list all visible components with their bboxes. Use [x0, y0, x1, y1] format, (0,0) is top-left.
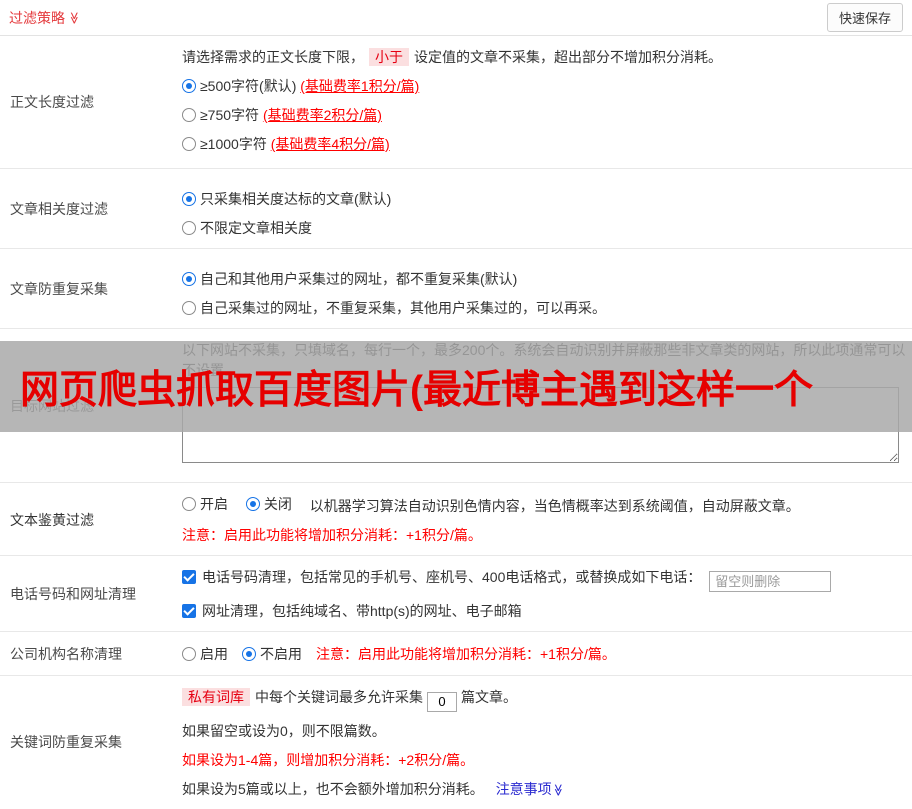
chevron-down-icon: ≫	[67, 11, 82, 24]
row-label-phone: 电话号码和网址清理	[10, 585, 136, 602]
radio-label: 自己和其他用户采集过的网址，都不重复采集(默认)	[200, 271, 518, 287]
radio-label: ≥750字符	[200, 107, 263, 123]
radio-label: 自己采集过的网址，不重复采集，其他用户采集过的，可以再采。	[200, 300, 606, 316]
radio-label: 不启用	[260, 645, 302, 662]
url-checkbox-line: 网址清理，包括纯域名、带http(s)的网址、电子邮箱	[182, 601, 906, 621]
phone-checkbox-line: 电话号码清理，包括常见的手机号、座机号、400电话格式，或替换成如下电话：	[182, 567, 906, 592]
less-than-tag: 小于	[369, 48, 409, 66]
private-lexicon-tag: 私有词库	[182, 688, 250, 706]
radio-checked-icon	[182, 192, 196, 206]
dedup-content: 自己和其他用户采集过的网址，都不重复采集(默认) 自己采集过的网址，不重复采集，…	[178, 249, 912, 328]
notice-link[interactable]: 注意事项≫	[496, 781, 565, 797]
radio-unchecked-icon	[182, 301, 196, 315]
length-intro-post: 设定值的文章不采集，超出部分不增加积分消耗。	[414, 49, 722, 65]
row-label-keyword: 关键词防重复采集	[10, 734, 122, 751]
replacement-phone-input[interactable]	[709, 571, 832, 592]
radio-label: 关闭	[263, 496, 292, 512]
row-dedup-filter: 文章防重复采集 自己和其他用户采集过的网址，都不重复采集(默认) 自己采集过的网…	[0, 249, 912, 329]
radio-option-porn-on[interactable]: 开启	[182, 494, 228, 514]
keyword-limit-line: 私有词库中每个关键词最多允许采集 篇文章。	[182, 687, 906, 712]
relevance-content: 只采集相关度达标的文章(默认) 不限定文章相关度	[178, 169, 912, 248]
row-label-length: 正文长度过滤	[10, 94, 94, 110]
radio-option-relevance-strict[interactable]: 只采集相关度达标的文章(默认)	[182, 189, 906, 209]
radio-label: 只采集相关度达标的文章(默认)	[200, 191, 392, 207]
radio-unchecked-icon	[182, 137, 196, 151]
page-title-text: 过滤策略	[9, 9, 65, 26]
porn-filter-content: 开启 关闭 以机器学习算法自动识别色情内容，当色情概率达到系统阈值，自动屏蔽文章…	[178, 483, 912, 555]
radio-unchecked-icon	[182, 646, 196, 661]
checkbox-phone-clean[interactable]: 电话号码清理，包括常见的手机号、座机号、400电话格式，或替换成如下电话：	[182, 569, 705, 585]
radio-option-500[interactable]: ≥500字符(默认) (基础费率1积分/篇)	[182, 76, 906, 96]
quick-save-button[interactable]: 快速保存	[826, 3, 903, 32]
chevron-down-icon: ≫	[550, 783, 565, 796]
row-label-relevance: 文章相关度过滤	[10, 200, 108, 217]
radio-option-porn-off[interactable]: 关闭	[245, 494, 292, 514]
checkbox-url-clean[interactable]: 网址清理，包括纯域名、带http(s)的网址、电子邮箱	[182, 603, 522, 619]
page-title[interactable]: 过滤策略 ≫	[9, 8, 81, 28]
radio-option-dedup-all[interactable]: 自己和其他用户采集过的网址，都不重复采集(默认)	[182, 269, 906, 289]
company-warning: 注意：启用此功能将增加积分消耗：+1积分/篇。	[316, 645, 616, 662]
checkbox-label: 网址清理，包括纯域名、带http(s)的网址、电子邮箱	[202, 603, 522, 619]
checkbox-checked-icon	[182, 570, 196, 584]
row-keyword-dedup: 关键词防重复采集 私有词库中每个关键词最多允许采集 篇文章。 如果留空或设为0，则…	[0, 676, 912, 809]
keyword-note-unlimited: 如果留空或设为0，则不限篇数。	[182, 722, 386, 739]
keyword-count-input[interactable]	[427, 691, 457, 712]
radio-unchecked-icon	[182, 221, 196, 235]
row-company-clean: 公司机构名称清理 启用 不启用 注意：启用此功能将增加积分消耗：+1积分/篇。	[0, 632, 912, 676]
porn-options-line: 开启 关闭 以机器学习算法自动识别色情内容，当色情概率达到系统阈值，自动屏蔽文章…	[182, 494, 906, 516]
length-intro-pre: 请选择需求的正文长度下限，	[182, 49, 364, 65]
keyword-note-five-text: 如果设为5篇或以上，也不会额外增加积分消耗。	[182, 780, 484, 797]
radio-checked-icon	[182, 272, 196, 286]
porn-warning: 注意：启用此功能将增加积分消耗：+1积分/篇。	[182, 527, 482, 543]
topbar: 过滤策略 ≫ 快速保存	[0, 0, 912, 36]
radio-option-750[interactable]: ≥750字符 (基础费率2积分/篇)	[182, 105, 906, 125]
phone-clean-content: 电话号码清理，包括常见的手机号、座机号、400电话格式，或替换成如下电话： 网址…	[178, 556, 912, 631]
length-intro: 请选择需求的正文长度下限， 小于 设定值的文章不采集，超出部分不增加积分消耗。	[182, 47, 906, 67]
row-porn-filter: 文本鉴黄过滤 开启 关闭 以机器学习算法自动识别色情内容，当色情概率达到系统阈值…	[0, 483, 912, 556]
row-length-filter: 正文长度过滤 请选择需求的正文长度下限， 小于 设定值的文章不采集，超出部分不增加积…	[0, 36, 912, 169]
rate-note: (基础费率4积分/篇)	[270, 136, 390, 152]
porn-desc: 以机器学习算法自动识别色情内容，当色情概率达到系统阈值，自动屏蔽文章。	[309, 498, 800, 514]
radio-option-company-on[interactable]: 启用	[182, 644, 228, 664]
radio-unchecked-icon	[182, 108, 196, 122]
radio-label: 开启	[200, 496, 228, 512]
keyword-limit-end: 篇文章。	[461, 689, 517, 705]
radio-checked-icon	[242, 646, 256, 661]
rate-note: (基础费率1积分/篇)	[300, 78, 420, 94]
radio-option-relevance-any[interactable]: 不限定文章相关度	[182, 218, 906, 238]
radio-checked-icon	[245, 497, 260, 511]
row-relevance-filter: 文章相关度过滤 只采集相关度达标的文章(默认) 不限定文章相关度	[0, 169, 912, 249]
checkbox-checked-icon	[182, 604, 196, 618]
keyword-note-cost: 如果设为1-4篇，则增加积分消耗：+2积分/篇。	[182, 751, 475, 768]
keyword-limit-text: 中每个关键词最多允许采集	[255, 689, 423, 705]
keyword-dedup-content: 私有词库中每个关键词最多允许采集 篇文章。 如果留空或设为0，则不限篇数。 如果设…	[178, 676, 912, 809]
row-label-dedup: 文章防重复采集	[10, 280, 108, 297]
row-phone-clean: 电话号码和网址清理 电话号码清理，包括常见的手机号、座机号、400电话格式，或替…	[0, 556, 912, 632]
checkbox-label: 电话号码清理，包括常见的手机号、座机号、400电话格式，或替换成如下电话：	[202, 569, 702, 585]
radio-label: 不限定文章相关度	[200, 220, 312, 236]
keyword-note-five: 如果设为5篇或以上，也不会额外增加积分消耗。 注意事项≫	[182, 779, 906, 799]
radio-label: 启用	[200, 645, 228, 662]
radio-label: ≥500字符(默认)	[200, 78, 301, 94]
radio-unchecked-icon	[182, 497, 196, 511]
rate-note: (基础费率2积分/篇)	[262, 107, 382, 123]
row-label-company: 公司机构名称清理	[10, 645, 122, 662]
watermark-text: 网页爬虫抓取百度图片(最近博主遇到这样一个	[20, 368, 813, 412]
radio-label: ≥1000字符	[200, 136, 271, 152]
notice-link-text: 注意事项	[495, 780, 552, 797]
radio-option-dedup-self[interactable]: 自己采集过的网址，不重复采集，其他用户采集过的，可以再采。	[182, 298, 906, 318]
radio-option-company-off[interactable]: 不启用	[242, 644, 302, 664]
watermark-overlay: 网页爬虫抓取百度图片(最近博主遇到这样一个	[0, 341, 912, 432]
length-filter-content: 请选择需求的正文长度下限， 小于 设定值的文章不采集，超出部分不增加积分消耗。 ≥5…	[178, 36, 912, 168]
row-label-porn: 文本鉴黄过滤	[10, 511, 94, 528]
radio-option-1000[interactable]: ≥1000字符 (基础费率4积分/篇)	[182, 134, 906, 154]
radio-checked-icon	[182, 79, 196, 93]
company-clean-content: 启用 不启用 注意：启用此功能将增加积分消耗：+1积分/篇。	[178, 632, 912, 675]
